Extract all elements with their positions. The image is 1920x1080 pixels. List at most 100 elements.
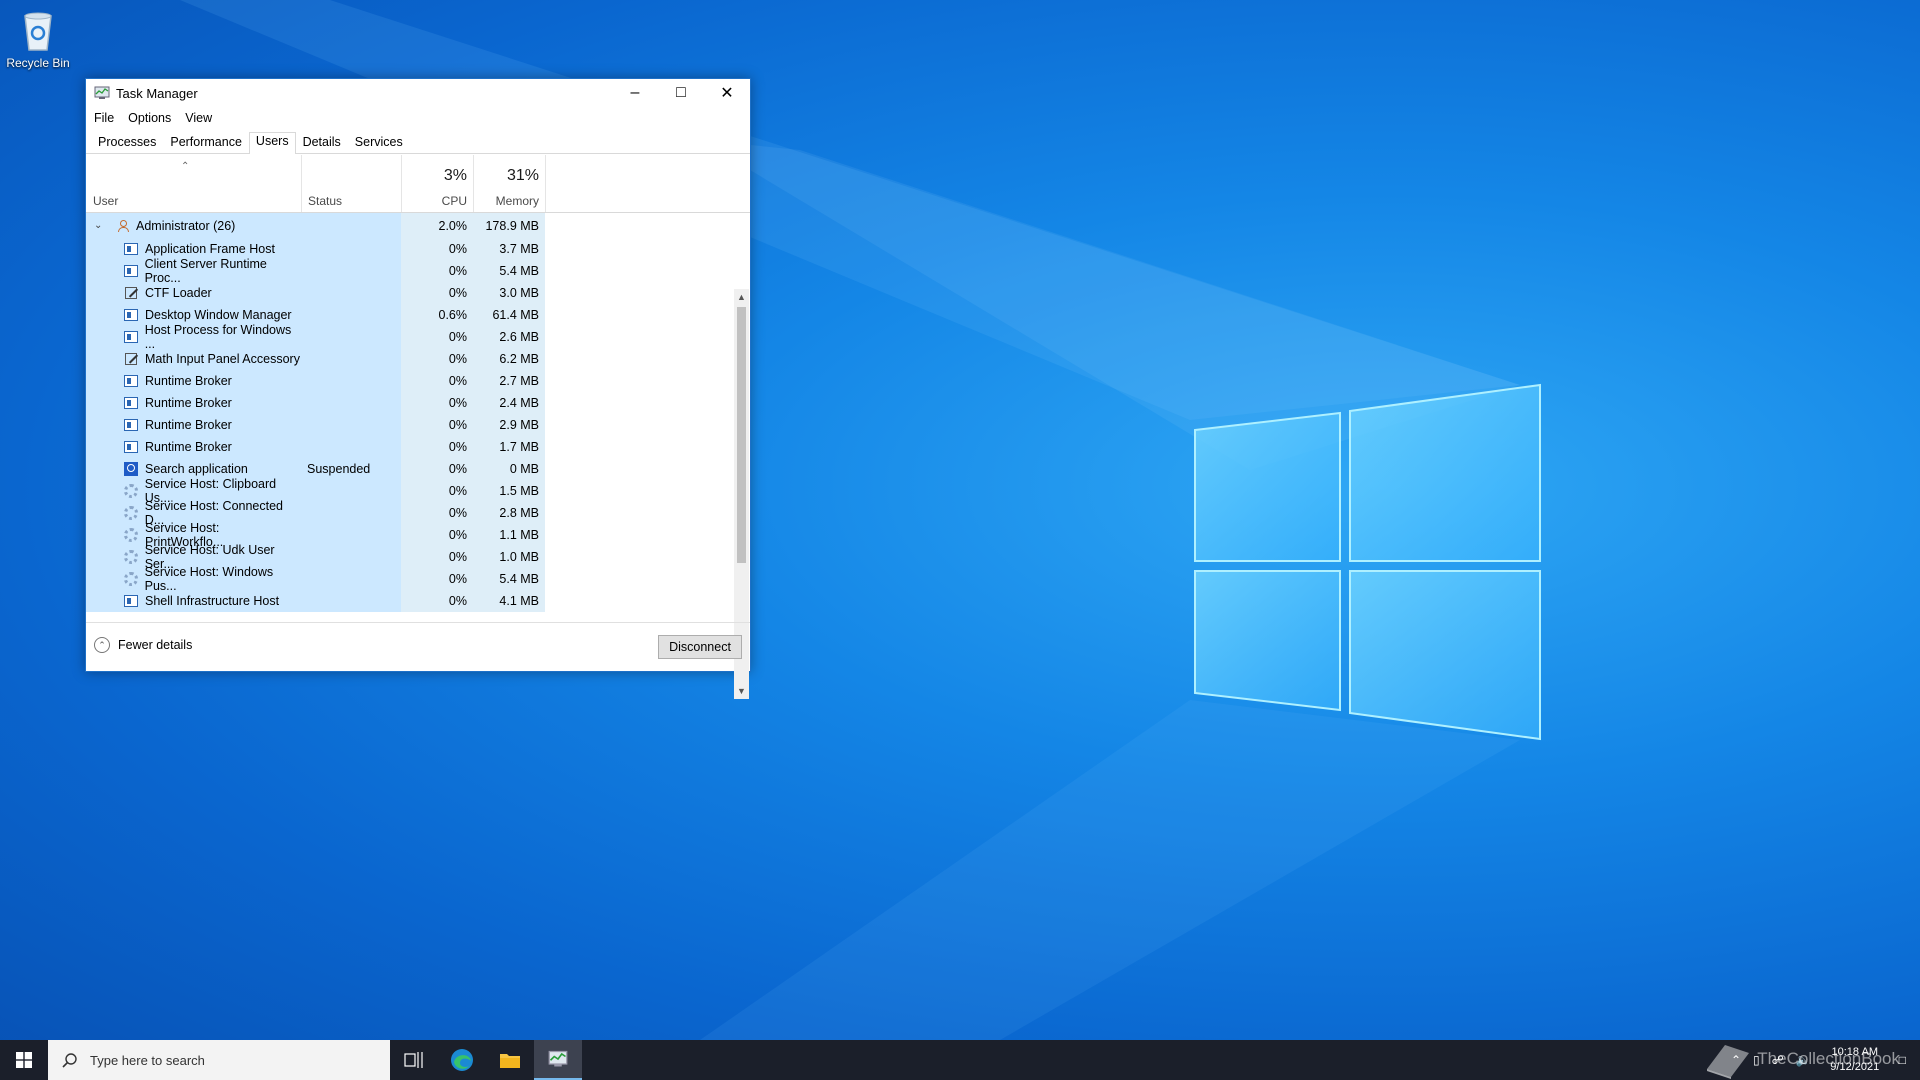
title-bar[interactable]: Task Manager – □ ✕ [86, 79, 750, 107]
edge-taskbar-button[interactable] [438, 1040, 486, 1080]
process-cpu: 0% [401, 480, 473, 502]
process-cpu: 0% [401, 568, 473, 590]
process-name: Runtime Broker [145, 440, 232, 454]
file-explorer-taskbar-button[interactable] [486, 1040, 534, 1080]
process-status [301, 348, 401, 370]
process-status [301, 304, 401, 326]
recycle-bin-label: Recycle Bin [6, 56, 70, 70]
process-cpu: 0% [401, 414, 473, 436]
process-cpu: 0% [401, 326, 473, 348]
scroll-thumb[interactable] [737, 307, 746, 563]
column-header-status[interactable]: Status [302, 155, 402, 212]
user-group-cpu: 2.0% [401, 213, 473, 238]
tab-strip: Processes Performance Users Details Serv… [86, 129, 750, 154]
process-row[interactable]: Runtime Broker 0% 2.7 MB [86, 370, 731, 392]
user-group-status [301, 213, 401, 238]
gear-icon [124, 528, 138, 542]
search-icon [62, 1053, 77, 1068]
column-header-row: ⌃ User Status 3% CPU 31% Memory [86, 155, 750, 213]
user-group-name: Administrator (26) [136, 218, 236, 233]
gear-icon [124, 484, 138, 498]
task-manager-taskbar-button[interactable] [534, 1040, 582, 1080]
process-row[interactable]: CTF Loader 0% 3.0 MB [86, 282, 731, 304]
column-cpu-label: CPU [441, 194, 467, 208]
menu-view[interactable]: View [185, 111, 212, 125]
start-button[interactable] [0, 1040, 48, 1080]
menu-options[interactable]: Options [128, 111, 171, 125]
gear-icon [124, 550, 138, 564]
memory-total-percent: 31% [506, 167, 539, 184]
task-manager-icon [548, 1050, 568, 1067]
process-name: Shell Infrastructure Host [145, 594, 280, 608]
app-icon [124, 331, 138, 343]
process-cpu: 0% [401, 282, 473, 304]
process-row[interactable]: Host Process for Windows ... 0% 2.6 MB [86, 323, 731, 351]
column-header-cpu[interactable]: 3% CPU [402, 155, 474, 212]
process-row[interactable]: Client Server Runtime Proc... 0% 5.4 MB [86, 257, 731, 285]
tab-users[interactable]: Users [248, 132, 296, 154]
pen-icon [124, 352, 138, 366]
user-group-row[interactable]: ⌄ Administrator (26) 2.0% 178.9 MB [86, 213, 731, 238]
process-row[interactable]: Runtime Broker 0% 2.9 MB [86, 414, 731, 436]
user-icon [118, 219, 129, 232]
search-icon [124, 462, 138, 476]
user-group-memory: 178.9 MB [473, 213, 545, 238]
maximize-button[interactable]: □ [658, 79, 704, 107]
process-status [301, 392, 401, 414]
column-memory-label: Memory [495, 194, 539, 208]
watermark: TheCollectionBook [1703, 1039, 1900, 1079]
disconnect-button[interactable]: Disconnect [658, 635, 742, 659]
edge-browser-icon [451, 1049, 473, 1071]
process-cpu: 0% [401, 370, 473, 392]
window-footer: ⌃ Fewer details Disconnect [86, 622, 750, 671]
tab-performance[interactable]: Performance [163, 131, 249, 153]
app-icon [124, 595, 138, 607]
sort-ascending-icon: ⌃ [181, 161, 190, 172]
process-row[interactable]: Runtime Broker 0% 2.4 MB [86, 392, 731, 414]
scroll-down-arrow-icon[interactable]: ▼ [734, 683, 749, 699]
tab-processes[interactable]: Processes [91, 131, 163, 153]
process-cpu: 0% [401, 546, 473, 568]
process-memory: 5.4 MB [473, 260, 545, 282]
taskbar-search-box[interactable]: Type here to search [48, 1040, 390, 1080]
process-status [301, 238, 401, 260]
process-memory: 2.8 MB [473, 502, 545, 524]
search-placeholder: Type here to search [90, 1052, 205, 1068]
process-row[interactable]: Math Input Panel Accessory 0% 6.2 MB [86, 348, 731, 370]
fewer-details-link[interactable]: ⌃ Fewer details [94, 637, 192, 653]
process-status [301, 480, 401, 502]
gear-icon [124, 506, 138, 520]
column-header-memory[interactable]: 31% Memory [474, 155, 546, 212]
menu-file[interactable]: File [94, 111, 114, 125]
windows-start-icon [16, 1052, 32, 1068]
tab-services[interactable]: Services [348, 131, 410, 153]
task-view-button[interactable] [390, 1040, 438, 1080]
process-name: Client Server Runtime Proc... [144, 257, 267, 285]
column-header-user[interactable]: ⌃ User [86, 155, 302, 212]
process-row[interactable]: Runtime Broker 0% 1.7 MB [86, 436, 731, 458]
process-status [301, 326, 401, 348]
process-memory: 5.4 MB [473, 568, 545, 590]
process-memory: 1.1 MB [473, 524, 545, 546]
close-button[interactable]: ✕ [704, 79, 750, 107]
tab-details[interactable]: Details [296, 131, 348, 153]
process-memory: 2.9 MB [473, 414, 545, 436]
app-icon [124, 265, 138, 277]
process-status [301, 436, 401, 458]
process-row[interactable]: Shell Infrastructure Host 0% 4.1 MB [86, 590, 731, 612]
process-row[interactable]: Service Host: Windows Pus... 0% 5.4 MB [86, 565, 731, 593]
process-cpu: 0.6% [401, 304, 473, 326]
column-status-label: Status [308, 194, 343, 208]
recycle-bin-shortcut[interactable]: Recycle Bin [4, 8, 72, 70]
process-cpu: 0% [401, 392, 473, 414]
process-memory: 1.5 MB [473, 480, 545, 502]
menu-bar: File Options View [86, 107, 750, 129]
process-memory: 61.4 MB [473, 304, 545, 326]
windows-logo-wallpaper [1194, 383, 1541, 741]
collapse-chevron-icon[interactable]: ⌄ [94, 220, 106, 231]
process-name: Application Frame Host [145, 242, 275, 256]
minimize-button[interactable]: – [612, 79, 658, 107]
process-status [301, 370, 401, 392]
scroll-up-arrow-icon[interactable]: ▲ [734, 289, 749, 305]
process-status [301, 524, 401, 546]
